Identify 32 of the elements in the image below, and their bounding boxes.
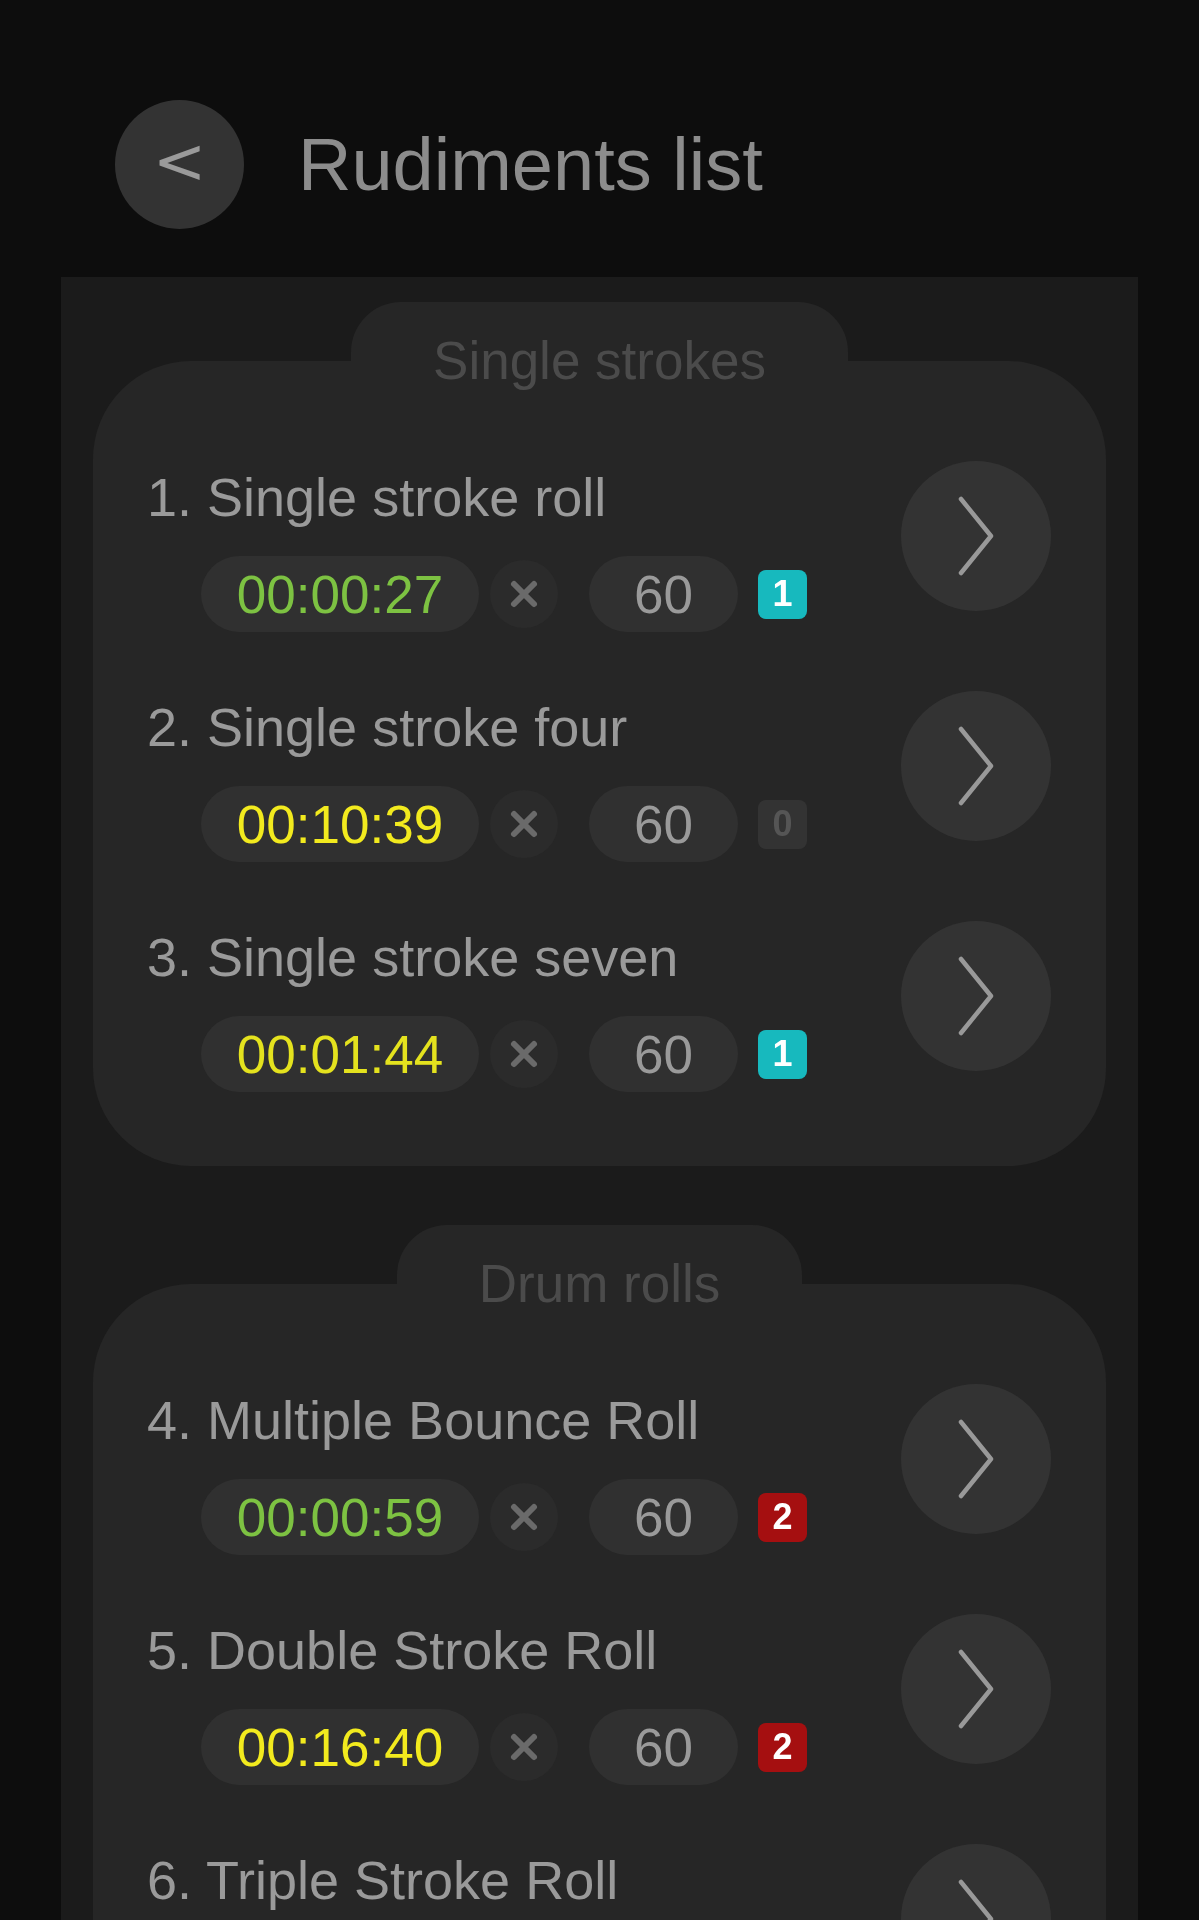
count-badge: 2	[758, 1492, 807, 1542]
value-field[interactable]: 60	[589, 556, 738, 632]
back-button[interactable]: <	[115, 99, 244, 229]
x-icon	[509, 1502, 539, 1532]
page-title: Rudiments list	[298, 121, 763, 207]
rudiment-name: 4. Multiple Bounce Roll	[147, 1390, 701, 1450]
rudiment-name: 1. Single stroke roll	[147, 467, 608, 527]
value-field[interactable]: 60	[589, 1016, 738, 1092]
time-display: 00:10:39	[201, 786, 479, 862]
time-display: 00:00:59	[201, 1479, 479, 1555]
chevron-right-icon	[957, 1419, 995, 1499]
count-badge: 1	[758, 1029, 807, 1079]
rudiment-name: 3. Single stroke seven	[147, 927, 680, 987]
time-display: 00:16:40	[201, 1709, 479, 1785]
x-icon	[509, 579, 539, 609]
x-icon	[509, 1732, 539, 1762]
rudiment-name: 2. Single stroke four	[147, 697, 629, 757]
rudiment-name: 6. Triple Stroke Roll	[147, 1850, 619, 1910]
chevron-right-icon	[957, 956, 995, 1036]
chevron-right-icon	[957, 726, 995, 806]
time-display: 00:01:44	[201, 1016, 479, 1092]
value-field[interactable]: 60	[589, 1709, 738, 1785]
x-icon	[509, 1039, 539, 1069]
rudiment-name: 5. Double Stroke Roll	[147, 1620, 659, 1680]
count-badge: 2	[758, 1722, 807, 1772]
chevron-right-icon	[957, 496, 995, 576]
value-field[interactable]: 60	[589, 1479, 738, 1555]
chevron-right-icon	[957, 1649, 995, 1729]
x-icon	[509, 809, 539, 839]
value-field[interactable]: 60	[589, 786, 738, 862]
time-display: 00:00:27	[201, 556, 479, 632]
count-badge: 1	[758, 569, 807, 619]
